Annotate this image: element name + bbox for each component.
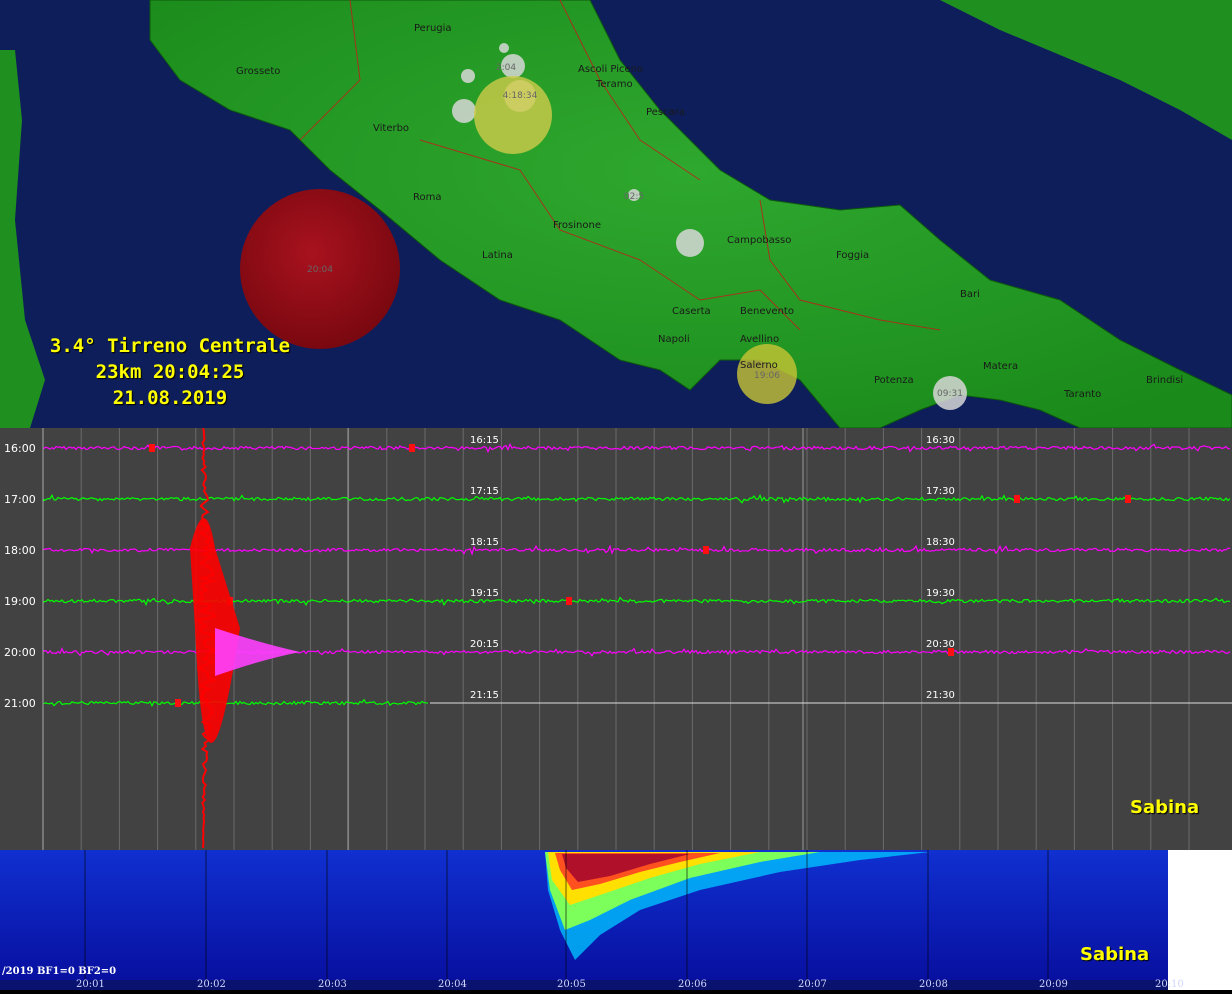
city-label: Brindisi [1146,375,1183,386]
seismogram-station-label: Sabina [1130,797,1200,818]
hour-label: 17:00 [4,493,36,506]
spectrogram-canvas [0,850,1232,990]
city-label: Viterbo [373,123,409,134]
event-label-3: 09:31 [937,389,963,399]
quarter-label: 16:30 [926,435,955,446]
hour-label: 16:00 [4,442,36,455]
city-label: Teramo [595,79,633,90]
city-label: Salerno [740,360,778,371]
event-label-4: 19:06 [754,371,780,381]
event-label-1: 4:18:34 [503,91,538,101]
quake-magnitude-location: 3.4° Tirreno Centrale [49,335,291,357]
city-label: Caserta [672,306,711,317]
event-label-5: 02:5 [624,192,644,202]
seismogram-trace [43,493,1231,504]
seismogram-panel: 16:00 16:15 16:30 17:00 17:15 17:30 18:00 18:15… [0,427,1232,850]
quake-info: 3.4° Tirreno Centrale 23km 20:04:25 21.0… [40,333,300,411]
spectrogram-station-label: Sabina [1080,944,1150,965]
spectrogram-panel: Sabina 0,00 Hz 3,20 Hz 6,40 Hz 9,60 Hz 1… [0,850,1232,990]
quarter-label: 18:15 [470,537,499,548]
freq-label: 12,80 Hz [1182,974,1228,985]
coda-fill [215,628,300,676]
trigger-marker [1014,495,1020,503]
city-label: Taranto [1063,389,1101,400]
time-tick: 20:09 [1039,979,1068,990]
time-tick: 20:08 [919,979,948,990]
seismogram-trace [43,442,1230,454]
seismogram-canvas: 16:00 16:15 16:30 17:00 17:15 17:30 18:00 18:15… [4,427,1232,850]
hour-label: 21:00 [4,697,36,710]
trigger-marker [1125,495,1131,503]
time-tick: 20:06 [678,979,707,990]
city-label: Latina [482,250,513,261]
quarter-label: 19:30 [926,588,955,599]
quarter-label: 17:15 [470,486,499,497]
seismogram-trace [43,544,1231,556]
freq-label: 6,40 Hz [1188,910,1228,921]
seismogram-trace [43,698,429,708]
time-tick: 20:10 [1155,979,1184,990]
city-label: Ascoli Piceno [578,64,643,75]
filter-status: /2019 BF1=0 BF2=0 [2,966,117,977]
trigger-marker [566,597,572,605]
time-tick: 20:02 [197,979,226,990]
freq-label: 3,20 Hz [1188,879,1228,890]
time-tick: 20:07 [798,979,827,990]
time-tick: 20:01 [76,979,105,990]
earthquake-map: 20:04 4:18:34 2:04 09:31 19:06 02:5 Peru… [0,0,1232,429]
quarter-label: 19:15 [470,588,499,599]
time-tick: 20:05 [557,979,586,990]
city-label: Foggia [836,250,869,261]
hour-label: 19:00 [4,595,36,608]
freq-label: 9,60 Hz [1188,942,1228,953]
trigger-marker [409,444,415,452]
trigger-marker [149,444,155,452]
city-label: Grosseto [236,66,280,77]
quarter-label: 21:30 [926,690,955,701]
city-label: Frosinone [553,220,601,231]
event-label-2: 2:04 [496,63,516,73]
trigger-marker [948,648,954,656]
city-label: Bari [960,289,980,300]
quarter-label: 16:15 [470,435,499,446]
city-label: Avellino [740,334,779,345]
city-label: Benevento [740,306,794,317]
city-label: Potenza [874,375,914,386]
quake-date: 21.08.2019 [112,387,228,409]
city-label: Perugia [414,23,452,34]
city-label: Napoli [658,334,690,345]
quarter-label: 21:15 [470,690,499,701]
quarter-label: 18:30 [926,537,955,548]
hour-label: 18:00 [4,544,36,557]
main-quake-time: 20:04 [307,265,333,275]
trigger-marker [175,699,181,707]
hour-label: 20:00 [4,646,36,659]
city-label: Campobasso [727,235,791,246]
time-tick: 20:03 [318,979,347,990]
quake-depth-time: 23km 20:04:25 [95,361,245,383]
time-tick: 20:04 [438,979,467,990]
city-label: Pescara [646,107,685,118]
quarter-label: 17:30 [926,486,955,497]
city-label: Matera [983,361,1018,372]
freq-label: 0,00 Hz [1188,850,1228,861]
trigger-marker [703,546,709,554]
quarter-label: 20:15 [470,639,499,650]
city-label: Roma [413,192,442,203]
